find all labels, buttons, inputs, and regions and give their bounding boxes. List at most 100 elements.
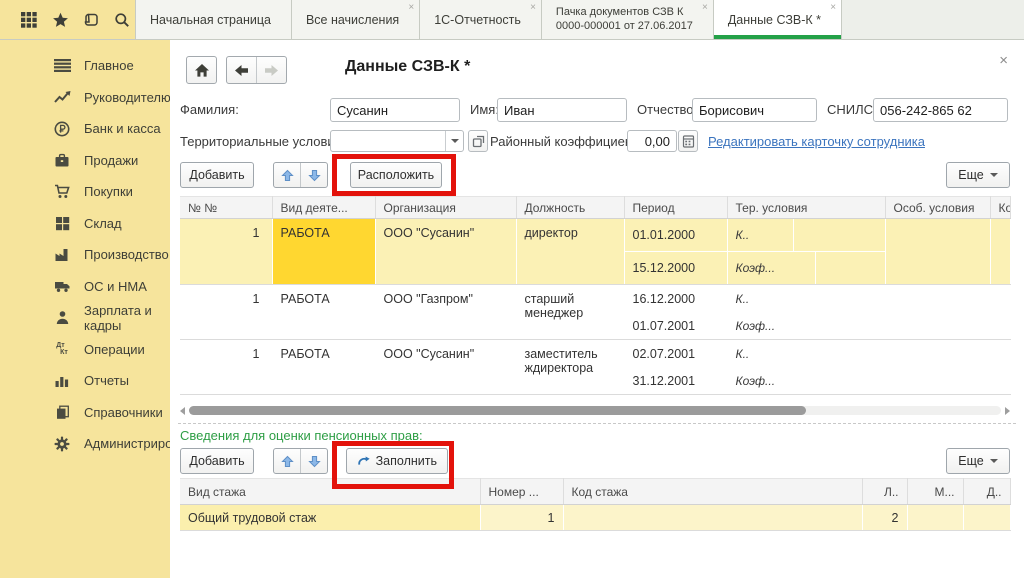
move-down-button-bottom[interactable] bbox=[300, 449, 327, 473]
table-cell[interactable]: 31.12.2001 bbox=[624, 367, 727, 395]
sidebar-item-операции[interactable]: Дт КтОперации bbox=[0, 334, 170, 366]
tab-4[interactable]: Пачка документов СЗВ К0000-000001 от 27.… bbox=[542, 0, 714, 39]
sidebar-item-администрирование[interactable]: Администрирование bbox=[0, 428, 170, 460]
table-cell[interactable] bbox=[963, 505, 1010, 531]
tab-close-icon[interactable]: × bbox=[702, 3, 708, 13]
sidebar-item-ос-и-нма[interactable]: ОС и НМА bbox=[0, 271, 170, 303]
tab-5[interactable]: Данные СЗВ-К *× bbox=[714, 0, 842, 39]
table-cell[interactable]: заместитель ждиректора bbox=[516, 340, 624, 395]
tab-1[interactable]: Начальная страница bbox=[135, 0, 292, 39]
table-cell[interactable]: 01.07.2001 bbox=[624, 312, 727, 340]
tab-close-icon[interactable]: × bbox=[408, 3, 414, 13]
table-cell[interactable]: ООО "Газпром" bbox=[375, 285, 516, 340]
table-row[interactable]: Общий трудовой стаж1 2 bbox=[180, 505, 1010, 531]
more-button-bottom[interactable]: Еще bbox=[946, 448, 1010, 474]
pension-rights-table[interactable]: Вид стажаНомер ...Код стажаЛ..М...Д..Общ… bbox=[180, 478, 1011, 531]
column-header[interactable]: Период bbox=[624, 197, 727, 219]
table-cell[interactable] bbox=[885, 340, 990, 395]
edit-employee-card-link[interactable]: Редактировать карточку сотрудника bbox=[708, 134, 925, 149]
table-cell[interactable]: 2 bbox=[862, 505, 907, 531]
territorial-dropdown-button[interactable] bbox=[445, 131, 463, 151]
add-button-bottom[interactable]: Добавить bbox=[180, 448, 254, 474]
table-cell[interactable] bbox=[990, 285, 1010, 340]
sidebar-item-покупки[interactable]: Покупки bbox=[0, 176, 170, 208]
column-header[interactable]: Номер ... bbox=[480, 479, 563, 505]
table-cell[interactable] bbox=[907, 505, 963, 531]
apps-grid-icon[interactable] bbox=[20, 11, 38, 29]
table-cell[interactable]: РАБОТА bbox=[272, 340, 375, 395]
scrollbar-thumb[interactable] bbox=[189, 406, 806, 415]
regional-coef-field[interactable] bbox=[627, 130, 677, 152]
table-cell[interactable] bbox=[990, 340, 1010, 395]
tab-close-icon[interactable]: × bbox=[830, 3, 836, 13]
work-periods-table[interactable]: № №Вид деяте...ОрганизацияДолжностьПерио… bbox=[180, 196, 1011, 395]
table-cell[interactable]: 1 bbox=[180, 285, 272, 340]
table-cell[interactable]: 01.01.2000 bbox=[624, 219, 727, 252]
column-header[interactable]: № № bbox=[180, 197, 272, 219]
sidebar-item-руководителю[interactable]: Руководителю bbox=[0, 82, 170, 114]
table-cell[interactable]: Коэф... bbox=[727, 312, 885, 340]
home-button[interactable] bbox=[186, 56, 217, 84]
tab-3[interactable]: 1С-Отчетность× bbox=[420, 0, 542, 39]
calculator-button[interactable] bbox=[678, 130, 698, 152]
table-cell[interactable] bbox=[885, 285, 990, 340]
forward-button[interactable] bbox=[256, 57, 286, 83]
table-cell[interactable]: ООО "Сусанин" bbox=[375, 219, 516, 285]
table-cell[interactable]: директор bbox=[516, 219, 624, 285]
table-row[interactable]: 1РАБОТАООО "Сусанин"заместитель ждиректо… bbox=[180, 340, 1010, 368]
sidebar-item-склад[interactable]: Склад bbox=[0, 208, 170, 240]
table-cell[interactable] bbox=[563, 505, 862, 531]
sidebar-item-продажи[interactable]: Продажи bbox=[0, 145, 170, 177]
column-header[interactable]: Код bbox=[990, 197, 1010, 219]
table-cell[interactable]: 1 bbox=[480, 505, 563, 531]
column-header[interactable]: Организация bbox=[375, 197, 516, 219]
table-cell[interactable]: К.. bbox=[727, 340, 885, 368]
scroll-left-icon[interactable] bbox=[180, 407, 185, 415]
scrollbar-track[interactable] bbox=[189, 406, 1001, 415]
table-row[interactable]: 1РАБОТАООО "Газпром"старший менеджер16.1… bbox=[180, 285, 1010, 313]
sidebar-item-справочники[interactable]: Справочники bbox=[0, 397, 170, 429]
scroll-right-icon[interactable] bbox=[1005, 407, 1010, 415]
arrange-button[interactable]: Расположить bbox=[350, 162, 442, 188]
table-cell[interactable]: ООО "Сусанин" bbox=[375, 340, 516, 395]
table-row[interactable]: 1РАБОТАООО "Сусанин"директор01.01.2000К.… bbox=[180, 219, 1010, 252]
table-cell[interactable]: старший менеджер bbox=[516, 285, 624, 340]
table-cell[interactable] bbox=[885, 219, 990, 285]
horizontal-scrollbar[interactable] bbox=[180, 404, 1010, 417]
move-up-button-bottom[interactable] bbox=[274, 449, 300, 473]
table-cell[interactable]: РАБОТА bbox=[272, 219, 375, 285]
move-up-button-top[interactable] bbox=[274, 163, 300, 187]
back-button[interactable] bbox=[227, 57, 256, 83]
sidebar-item-банк-и-касса[interactable]: Банк и касса bbox=[0, 113, 170, 145]
sidebar-item-отчеты[interactable]: Отчеты bbox=[0, 365, 170, 397]
table-cell[interactable]: Коэф... bbox=[727, 252, 885, 285]
table-cell[interactable]: Коэф... bbox=[727, 367, 885, 395]
more-button-top[interactable]: Еще bbox=[946, 162, 1010, 188]
tab-2[interactable]: Все начисления× bbox=[292, 0, 420, 39]
lastname-field[interactable] bbox=[330, 98, 460, 122]
territorial-combobox[interactable] bbox=[330, 130, 464, 152]
favorites-star-icon[interactable] bbox=[51, 11, 69, 29]
column-header[interactable]: М... bbox=[907, 479, 963, 505]
table-cell[interactable]: Общий трудовой стаж bbox=[180, 505, 480, 531]
sidebar-item-главное[interactable]: Главное bbox=[0, 50, 170, 82]
table-cell[interactable]: К.. bbox=[727, 219, 885, 252]
table-cell[interactable]: К.. bbox=[727, 285, 885, 313]
add-button-top[interactable]: Добавить bbox=[180, 162, 254, 188]
table-cell[interactable] bbox=[990, 219, 1010, 285]
column-header[interactable]: Особ. условия bbox=[885, 197, 990, 219]
column-header[interactable]: Код стажа bbox=[563, 479, 862, 505]
close-icon[interactable]: × bbox=[999, 53, 1008, 68]
search-icon[interactable] bbox=[113, 11, 131, 29]
tab-close-icon[interactable]: × bbox=[530, 3, 536, 13]
column-header[interactable]: Л.. bbox=[862, 479, 907, 505]
fill-button[interactable]: Заполнить bbox=[346, 448, 448, 474]
column-header[interactable]: Должность bbox=[516, 197, 624, 219]
column-header[interactable]: Тер. условия bbox=[727, 197, 885, 219]
move-down-button-top[interactable] bbox=[300, 163, 327, 187]
table-cell[interactable]: 1 bbox=[180, 340, 272, 395]
table-cell[interactable]: 1 bbox=[180, 219, 272, 285]
history-icon[interactable] bbox=[82, 11, 100, 29]
snils-field[interactable] bbox=[873, 98, 1008, 122]
column-header[interactable]: Вид стажа bbox=[180, 479, 480, 505]
